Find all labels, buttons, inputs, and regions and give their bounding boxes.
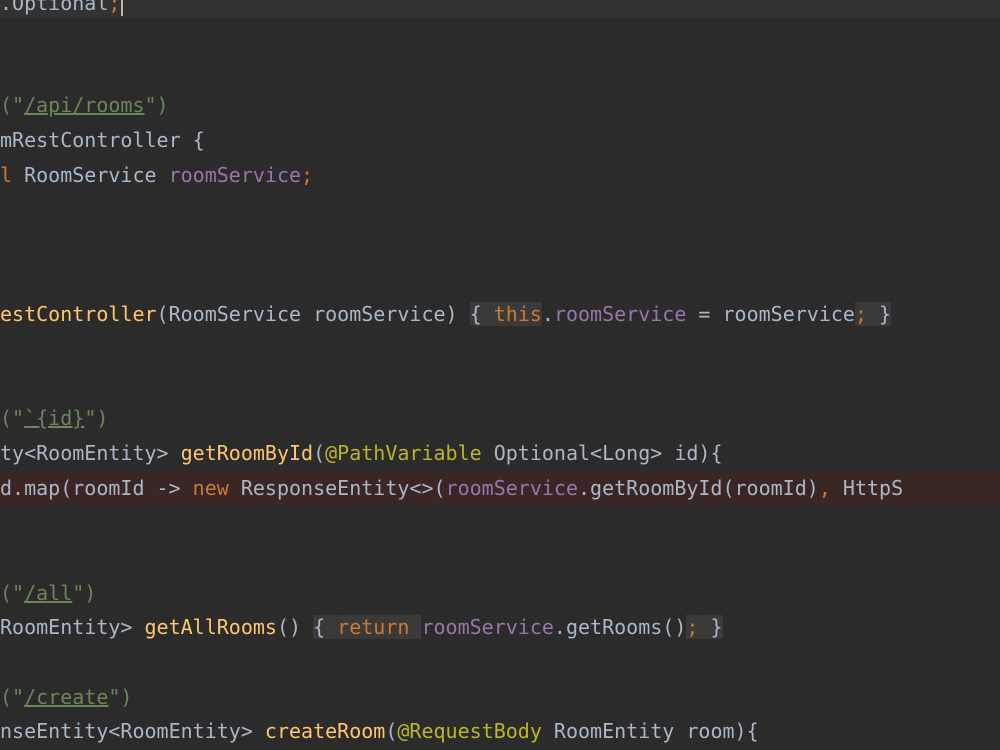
token: RoomService (24, 163, 169, 187)
token: getAllRooms (144, 615, 277, 639)
token: ; (854, 302, 868, 326)
token: roomService (553, 302, 687, 326)
token: ty<RoomEntity> (0, 441, 181, 465)
token: ; (301, 163, 314, 187)
code-line-field-decl[interactable]: l RoomService roomService; (0, 158, 1000, 192)
token: roomService (421, 615, 554, 639)
token: RoomEntity> (0, 615, 145, 639)
token: mRestController { (0, 128, 205, 152)
token: roomService (445, 476, 578, 500)
token-link[interactable]: /api/rooms (24, 93, 144, 117)
token: () (276, 615, 314, 639)
token: new (192, 476, 241, 500)
code-line-class-decl[interactable]: mRestController { (0, 123, 1000, 157)
code-line-get-mapping-all[interactable]: ("/all") (0, 576, 1000, 610)
code-line-get-room-by-id[interactable]: ty<RoomEntity> getRoomById(@PathVariable… (0, 436, 1000, 470)
code-line-get-all-rooms[interactable]: RoomEntity> getAllRooms() { return roomS… (0, 610, 1000, 644)
token-link[interactable]: /create (24, 685, 108, 709)
token: return (337, 615, 422, 639)
token: ") (84, 406, 109, 430)
token: @PathVariable (325, 441, 482, 465)
token: l (0, 163, 25, 187)
token: getRoomById (180, 441, 314, 465)
token: (" (0, 93, 25, 117)
token: ") (72, 581, 97, 605)
token-link[interactable]: /all (24, 581, 72, 605)
token: (" (0, 581, 25, 605)
fold-region[interactable]: { (313, 615, 338, 639)
token: roomService (168, 163, 302, 187)
token: @RequestBody (397, 719, 542, 743)
token: ( (385, 719, 398, 743)
code-line-request-mapping[interactable]: ("/api/rooms") (0, 88, 1000, 122)
token: this (493, 302, 542, 326)
code-line-post-mapping-create[interactable]: ("/create") (0, 680, 1000, 714)
code-line-map-error[interactable]: d.map(roomId -> new ResponseEntity<>(roo… (0, 471, 1000, 505)
token: RoomEntity room){ (541, 719, 759, 743)
token: ( (313, 441, 326, 465)
token: (" (0, 406, 25, 430)
token: = roomService (686, 302, 855, 326)
fold-region[interactable]: } (867, 302, 892, 326)
token: .getRooms() (553, 615, 687, 639)
fold-region[interactable]: } (698, 615, 723, 639)
token: d.map(roomId -> (0, 476, 193, 500)
text-caret (121, 0, 124, 16)
token: .getRoomById(roomId) (577, 476, 819, 500)
token: . (541, 302, 554, 326)
token: (" (0, 685, 25, 709)
token-semicolon: ; (108, 0, 121, 15)
code-line-import-optional[interactable]: .Optional; (0, 0, 1000, 18)
token: (RoomService roomService) (156, 302, 470, 326)
token: ") (108, 685, 133, 709)
token: Optional<Long> id){ (481, 441, 723, 465)
fold-region[interactable]: { (469, 302, 494, 326)
token: ResponseEntity<>( (240, 476, 446, 500)
code-editor[interactable]: .Optional; ("/api/rooms") mRestControlle… (0, 0, 1000, 750)
token: ; (686, 615, 699, 639)
token-link[interactable]: `{id} (24, 406, 84, 430)
code-line-constructor[interactable]: estController(RoomService roomService) {… (0, 297, 1000, 331)
token: HttpS (842, 476, 904, 500)
token: createRoom (264, 719, 386, 743)
token-optional: .Optional (0, 0, 109, 15)
code-line-create-room[interactable]: nseEntity<RoomEntity> createRoom(@Reques… (0, 714, 1000, 748)
token: ") (144, 93, 169, 117)
token: , (818, 476, 843, 500)
token: estController (0, 302, 157, 326)
token: nseEntity<RoomEntity> (0, 719, 265, 743)
code-line-get-mapping-id[interactable]: ("`{id}") (0, 401, 1000, 435)
